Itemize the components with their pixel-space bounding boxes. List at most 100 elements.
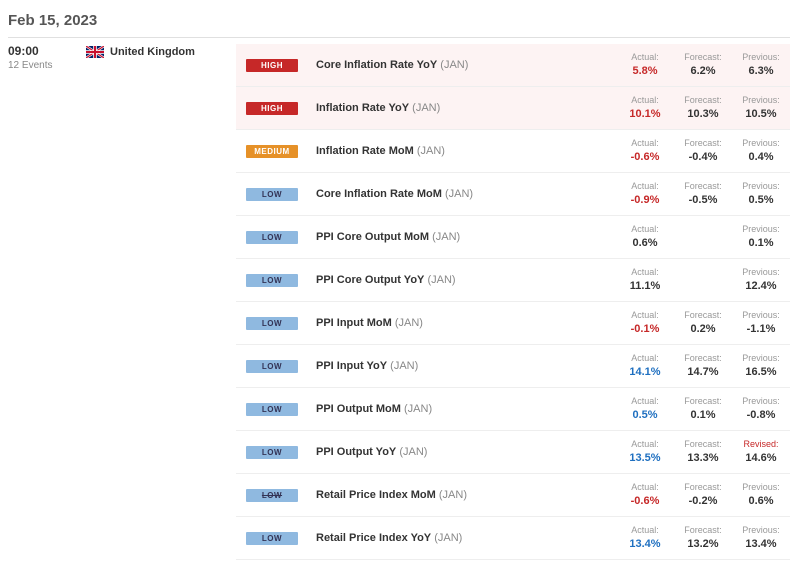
value-cell-previous: Previous:16.5% <box>732 353 790 379</box>
value-cell-forecast: Forecast:-0.5% <box>674 181 732 207</box>
actual-value: 14.1% <box>616 365 674 379</box>
previous-label: Previous: <box>732 353 790 365</box>
actual-label: Actual: <box>616 439 674 451</box>
value-cell-previous: Previous:0.4% <box>732 138 790 164</box>
impact-badge: LOW <box>246 532 298 545</box>
forecast-label: Forecast: <box>674 310 732 322</box>
previous-value: 0.1% <box>732 236 790 250</box>
event-period: (JAN) <box>442 188 473 200</box>
event-period: (JAN) <box>392 317 423 329</box>
event-period: (JAN) <box>424 274 455 286</box>
forecast-label: Forecast: <box>674 353 732 365</box>
actual-value: 0.6% <box>616 236 674 250</box>
event-row[interactable]: LOWPPI Input YoY (JAN)Actual:14.1%Foreca… <box>236 345 790 388</box>
event-row[interactable]: MEDIUMInflation Rate MoM (JAN)Actual:-0.… <box>236 130 790 173</box>
event-name: PPI Core Output MoM <box>316 231 429 243</box>
event-row[interactable]: LOWRetail Price Index YoY (JAN)Actual:13… <box>236 517 790 560</box>
forecast-value: 0.2% <box>674 322 732 336</box>
forecast-value: 0.1% <box>674 408 732 422</box>
actual-label: Actual: <box>616 138 674 150</box>
previous-value: 16.5% <box>732 365 790 379</box>
actual-value: 5.8% <box>616 64 674 78</box>
previous-value: -0.8% <box>732 408 790 422</box>
actual-label: Actual: <box>616 267 674 279</box>
event-row[interactable]: LOW PPI Input MoM (JAN) Actual:-0.1%Foreca… <box>236 302 790 345</box>
impact-badge: MEDIUM <box>246 145 298 158</box>
value-cell-actual: Actual:13.4% <box>616 525 674 551</box>
actual-label: Actual: <box>616 95 674 107</box>
actual-value: 10.1% <box>616 107 674 121</box>
actual-value: -0.9% <box>616 193 674 207</box>
impact-cell: LOW <box>236 317 308 330</box>
previous-value: -1.1% <box>732 322 790 336</box>
actual-value: 13.4% <box>616 537 674 551</box>
actual-label: Actual: <box>616 310 674 322</box>
event-row[interactable]: LOWPPI Output MoM (JAN)Actual:0.5%Foreca… <box>236 388 790 431</box>
forecast-value: -0.5% <box>674 193 732 207</box>
previous-label: Previous: <box>732 52 790 64</box>
value-cell-actual: Actual:5.8% <box>616 52 674 78</box>
event-name: PPI Input MoM <box>316 317 392 329</box>
value-cell-previous: Previous:0.6% <box>732 482 790 508</box>
impact-cell: LOW <box>236 231 308 244</box>
forecast-label: Forecast: <box>674 396 732 408</box>
event-name: Core Inflation Rate YoY <box>316 59 437 71</box>
previous-value: 13.4% <box>732 537 790 551</box>
event-row[interactable]: LOWRetail Price Index MoM (JAN)Actual:-0… <box>236 474 790 517</box>
value-cell-actual: Actual:-0.1% <box>616 310 674 336</box>
forecast-value: 10.3% <box>674 107 732 121</box>
country-name: United Kingdom <box>110 46 195 58</box>
calendar-group: 09:00 12 Events United Kingdom HIGHCore … <box>8 44 790 560</box>
previous-label: Previous: <box>732 396 790 408</box>
event-name-cell: Inflation Rate MoM (JAN) <box>308 145 616 157</box>
event-row[interactable]: HIGHCore Inflation Rate YoY (JAN)Actual:… <box>236 44 790 87</box>
previous-label: Previous: <box>732 138 790 150</box>
event-name: Retail Price Index YoY <box>316 532 431 544</box>
forecast-label: Forecast: <box>674 525 732 537</box>
event-row[interactable]: LOWPPI Core Output MoM (JAN)Actual:0.6%P… <box>236 216 790 259</box>
event-name: Inflation Rate MoM <box>316 145 414 157</box>
event-period: (JAN) <box>431 532 462 544</box>
impact-cell: LOW <box>236 532 308 545</box>
event-name-cell: Retail Price Index MoM (JAN) <box>308 489 616 501</box>
event-period: (JAN) <box>437 59 468 71</box>
previous-value: 12.4% <box>732 279 790 293</box>
event-row[interactable]: HIGHInflation Rate YoY (JAN)Actual:10.1%… <box>236 87 790 130</box>
event-name-cell: PPI Input YoY (JAN) <box>308 360 616 372</box>
impact-cell: LOW <box>236 446 308 459</box>
event-period: (JAN) <box>409 102 440 114</box>
event-period: (JAN) <box>401 403 432 415</box>
previous-label: Previous: <box>732 181 790 193</box>
event-name: PPI Output YoY <box>316 446 396 458</box>
value-cell-previous: Previous:12.4% <box>732 267 790 293</box>
impact-cell: LOW <box>236 403 308 416</box>
event-name: Core Inflation Rate MoM <box>316 188 442 200</box>
event-count: 12 Events <box>8 60 86 71</box>
value-cell-forecast: Forecast:13.3% <box>674 439 732 465</box>
event-row[interactable]: LOWCore Inflation Rate MoM (JAN)Actual:-… <box>236 173 790 216</box>
forecast-label: Forecast: <box>674 52 732 64</box>
impact-badge: LOW <box>246 360 298 373</box>
previous-label: Previous: <box>732 224 790 236</box>
value-cell-forecast: Forecast:10.3% <box>674 95 732 121</box>
impact-badge: LOW <box>246 231 298 244</box>
value-cell-forecast: Forecast:14.7% <box>674 353 732 379</box>
event-period: (JAN) <box>396 446 427 458</box>
previous-value: 14.6% <box>732 451 790 465</box>
event-period: (JAN) <box>436 489 467 501</box>
event-row[interactable]: LOWPPI Output YoY (JAN)Actual:13.5%Forec… <box>236 431 790 474</box>
value-cell-previous: Previous:-0.8% <box>732 396 790 422</box>
event-name-cell: PPI Core Output YoY (JAN) <box>308 274 616 286</box>
event-name-cell: PPI Output YoY (JAN) <box>308 446 616 458</box>
actual-label: Actual: <box>616 525 674 537</box>
previous-label: Previous: <box>732 310 790 322</box>
forecast-label: Forecast: <box>674 138 732 150</box>
actual-label: Actual: <box>616 482 674 494</box>
event-row[interactable]: LOWPPI Core Output YoY (JAN)Actual:11.1%… <box>236 259 790 302</box>
previous-label: Previous: <box>732 525 790 537</box>
event-period: (JAN) <box>414 145 445 157</box>
previous-value: 10.5% <box>732 107 790 121</box>
impact-badge: HIGH <box>246 102 298 115</box>
impact-badge: LOW <box>246 317 298 330</box>
impact-cell: LOW <box>236 489 308 502</box>
